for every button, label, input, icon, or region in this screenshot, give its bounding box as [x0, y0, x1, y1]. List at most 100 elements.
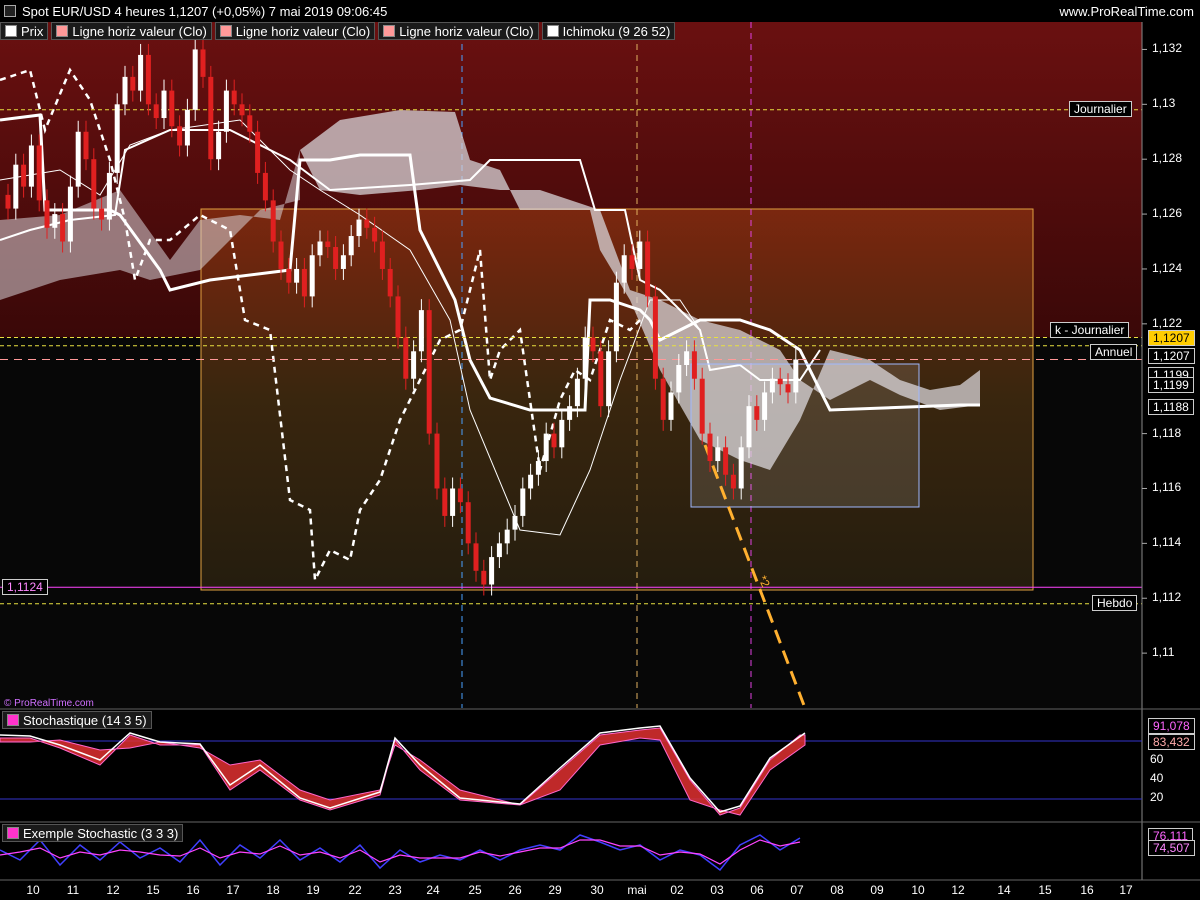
candle-body: [36, 145, 42, 201]
legend-item[interactable]: Ligne horiz valeur (Clo): [214, 22, 376, 40]
candle-body: [762, 392, 768, 420]
x-tick-label: 19: [306, 883, 320, 897]
candle-body: [177, 126, 183, 146]
candle-body: [184, 109, 190, 146]
x-tick-label: 06: [750, 883, 764, 897]
stochastic-value-d: 83,432: [1148, 734, 1195, 750]
example-stochastic-legend[interactable]: Exemple Stochastic (3 3 3): [2, 824, 184, 842]
chart-canvas: *2: [0, 0, 1200, 900]
candle-body: [239, 104, 245, 116]
candle-body: [247, 115, 253, 132]
x-tick-label: mai: [627, 883, 647, 897]
candle-body: [13, 164, 19, 209]
legend-item[interactable]: Prix: [0, 22, 49, 40]
candle-body: [317, 241, 323, 256]
stochastic-value-k: 91,078: [1148, 718, 1195, 734]
candle-body: [364, 219, 370, 228]
x-tick-label: 14: [997, 883, 1011, 897]
candle-body: [99, 208, 105, 220]
candle-body: [613, 282, 619, 352]
candle-body: [434, 433, 440, 489]
x-tick-label: 15: [1038, 883, 1052, 897]
stochastic-swatch-icon: [7, 714, 19, 726]
candle-body: [379, 241, 385, 269]
x-tick-label: 03: [710, 883, 724, 897]
candle-body: [528, 474, 534, 489]
candle-body: [387, 268, 393, 297]
legend-item[interactable]: Ligne horiz valeur (Clo): [51, 22, 212, 40]
candle-body: [169, 90, 175, 127]
legend-swatch-icon: [546, 25, 559, 37]
x-tick-label: 09: [870, 883, 884, 897]
last-price-tag: 1,1207: [1148, 330, 1195, 346]
x-tick-label: 26: [508, 883, 522, 897]
candle-body: [457, 488, 463, 503]
candle-body: [356, 219, 362, 237]
example-stochastic-value-d: 74,507: [1148, 840, 1195, 856]
candle-body: [606, 351, 612, 407]
title-bar: Spot EUR/USD 4 heures 1,1207 (+0,05%) 7 …: [0, 0, 1200, 22]
candle-body: [301, 268, 307, 297]
price-tick-label: 1,124: [1152, 260, 1183, 275]
candle-body: [122, 76, 128, 105]
legend-item[interactable]: Ichimoku (9 26 52): [541, 22, 676, 40]
candle-body: [520, 488, 526, 516]
price-tag: 1,1199: [1148, 377, 1194, 393]
candle-body: [746, 406, 752, 448]
candle-body: [418, 310, 424, 352]
legend-label: Ligne horiz valeur (Clo): [72, 23, 207, 39]
window-icon[interactable]: [4, 5, 16, 17]
candle-body: [473, 543, 479, 571]
candle-body: [325, 241, 331, 248]
x-tick-label: 07: [790, 883, 804, 897]
candle-body: [645, 241, 651, 297]
candle-body: [130, 76, 136, 91]
legend-item[interactable]: Ligne horiz valeur (Clo): [378, 22, 539, 40]
site-url[interactable]: www.ProRealTime.com: [1059, 4, 1194, 19]
chart-title: Spot EUR/USD 4 heures 1,1207 (+0,05%) 7 …: [22, 4, 388, 19]
stochastic-legend[interactable]: Stochastique (14 3 5): [2, 711, 152, 729]
candle-body: [403, 337, 409, 379]
candle-body: [512, 515, 518, 530]
candle-body: [231, 90, 237, 105]
legend-swatch-icon: [5, 25, 17, 37]
candle-body: [192, 49, 198, 110]
candle-body: [715, 447, 721, 462]
legend-swatch-icon: [56, 25, 69, 37]
candle-body: [348, 236, 354, 256]
candle-body: [270, 200, 276, 242]
candle-body: [145, 54, 151, 105]
candle-body: [294, 268, 300, 283]
candle-body: [208, 76, 214, 160]
candle-body: [278, 241, 284, 269]
price-tick-label: 1,118: [1152, 425, 1182, 440]
candle-body: [216, 131, 222, 160]
candle-body: [465, 502, 471, 544]
legend-label: Ichimoku (9 26 52): [562, 23, 671, 39]
candle-body: [535, 461, 541, 475]
level-tag-1-1124: 1,1124: [2, 579, 48, 596]
candle-body: [489, 557, 495, 585]
stochastic-title: Stochastique (14 3 5): [23, 712, 147, 728]
stochastic-tick-label: 60: [1150, 752, 1164, 766]
candle-body: [543, 433, 549, 462]
x-tick-label: 23: [388, 883, 402, 897]
candle-body: [738, 447, 744, 489]
price-tick-label: 1,13: [1152, 96, 1176, 111]
candle-body: [598, 351, 604, 407]
candle-body: [754, 406, 760, 420]
candle-body: [504, 529, 510, 544]
candle-body: [699, 378, 705, 434]
x-tick-label: 30: [590, 883, 604, 897]
candle-body: [426, 310, 432, 434]
candle-body: [777, 378, 783, 385]
candle-body: [652, 296, 658, 379]
x-tick-label: 08: [830, 883, 844, 897]
level-tag-journalier: Journalier: [1069, 100, 1132, 117]
candle-body: [309, 255, 315, 297]
candle-body: [52, 214, 58, 228]
x-tick-label: 12: [106, 883, 120, 897]
candle-body: [691, 351, 697, 379]
candle-body: [723, 447, 729, 475]
price-tick-label: 1,122: [1152, 315, 1183, 330]
